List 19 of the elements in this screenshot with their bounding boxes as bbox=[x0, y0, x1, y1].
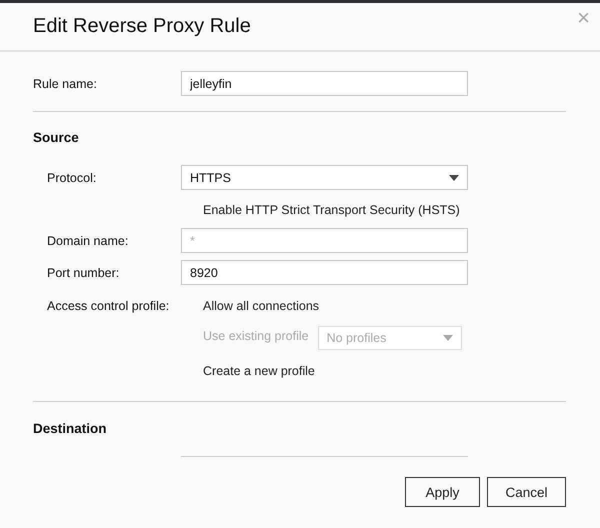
dropdown[interactable]: HTTPS bbox=[181, 165, 468, 190]
option-label: Enable HTTP Strict Transport Security (HSTS) bbox=[203, 203, 460, 217]
input-field[interactable]: * bbox=[181, 228, 468, 253]
dialog-title: Edit Reverse Proxy Rule bbox=[33, 15, 251, 38]
field-label: Rule name: bbox=[33, 76, 98, 90]
dialog-button[interactable]: Cancel bbox=[487, 477, 566, 507]
field-label: Port number: bbox=[47, 266, 120, 280]
input-field[interactable]: jelleyfin bbox=[181, 71, 468, 96]
option-label[interactable]: Allow all connections bbox=[203, 296, 320, 316]
section-heading: Source bbox=[33, 129, 80, 147]
input-field[interactable]: 8920 bbox=[181, 260, 468, 285]
option-label[interactable]: Create a new profile bbox=[203, 361, 315, 381]
section-heading: Destination bbox=[33, 420, 108, 438]
caret-icon bbox=[442, 335, 453, 341]
dialog-button[interactable]: Apply bbox=[405, 477, 480, 507]
field-label: Domain name: bbox=[47, 234, 130, 248]
field-label: Protocol: bbox=[47, 170, 98, 184]
caret-icon bbox=[449, 174, 459, 180]
field-label: Access control profile: bbox=[47, 298, 170, 315]
